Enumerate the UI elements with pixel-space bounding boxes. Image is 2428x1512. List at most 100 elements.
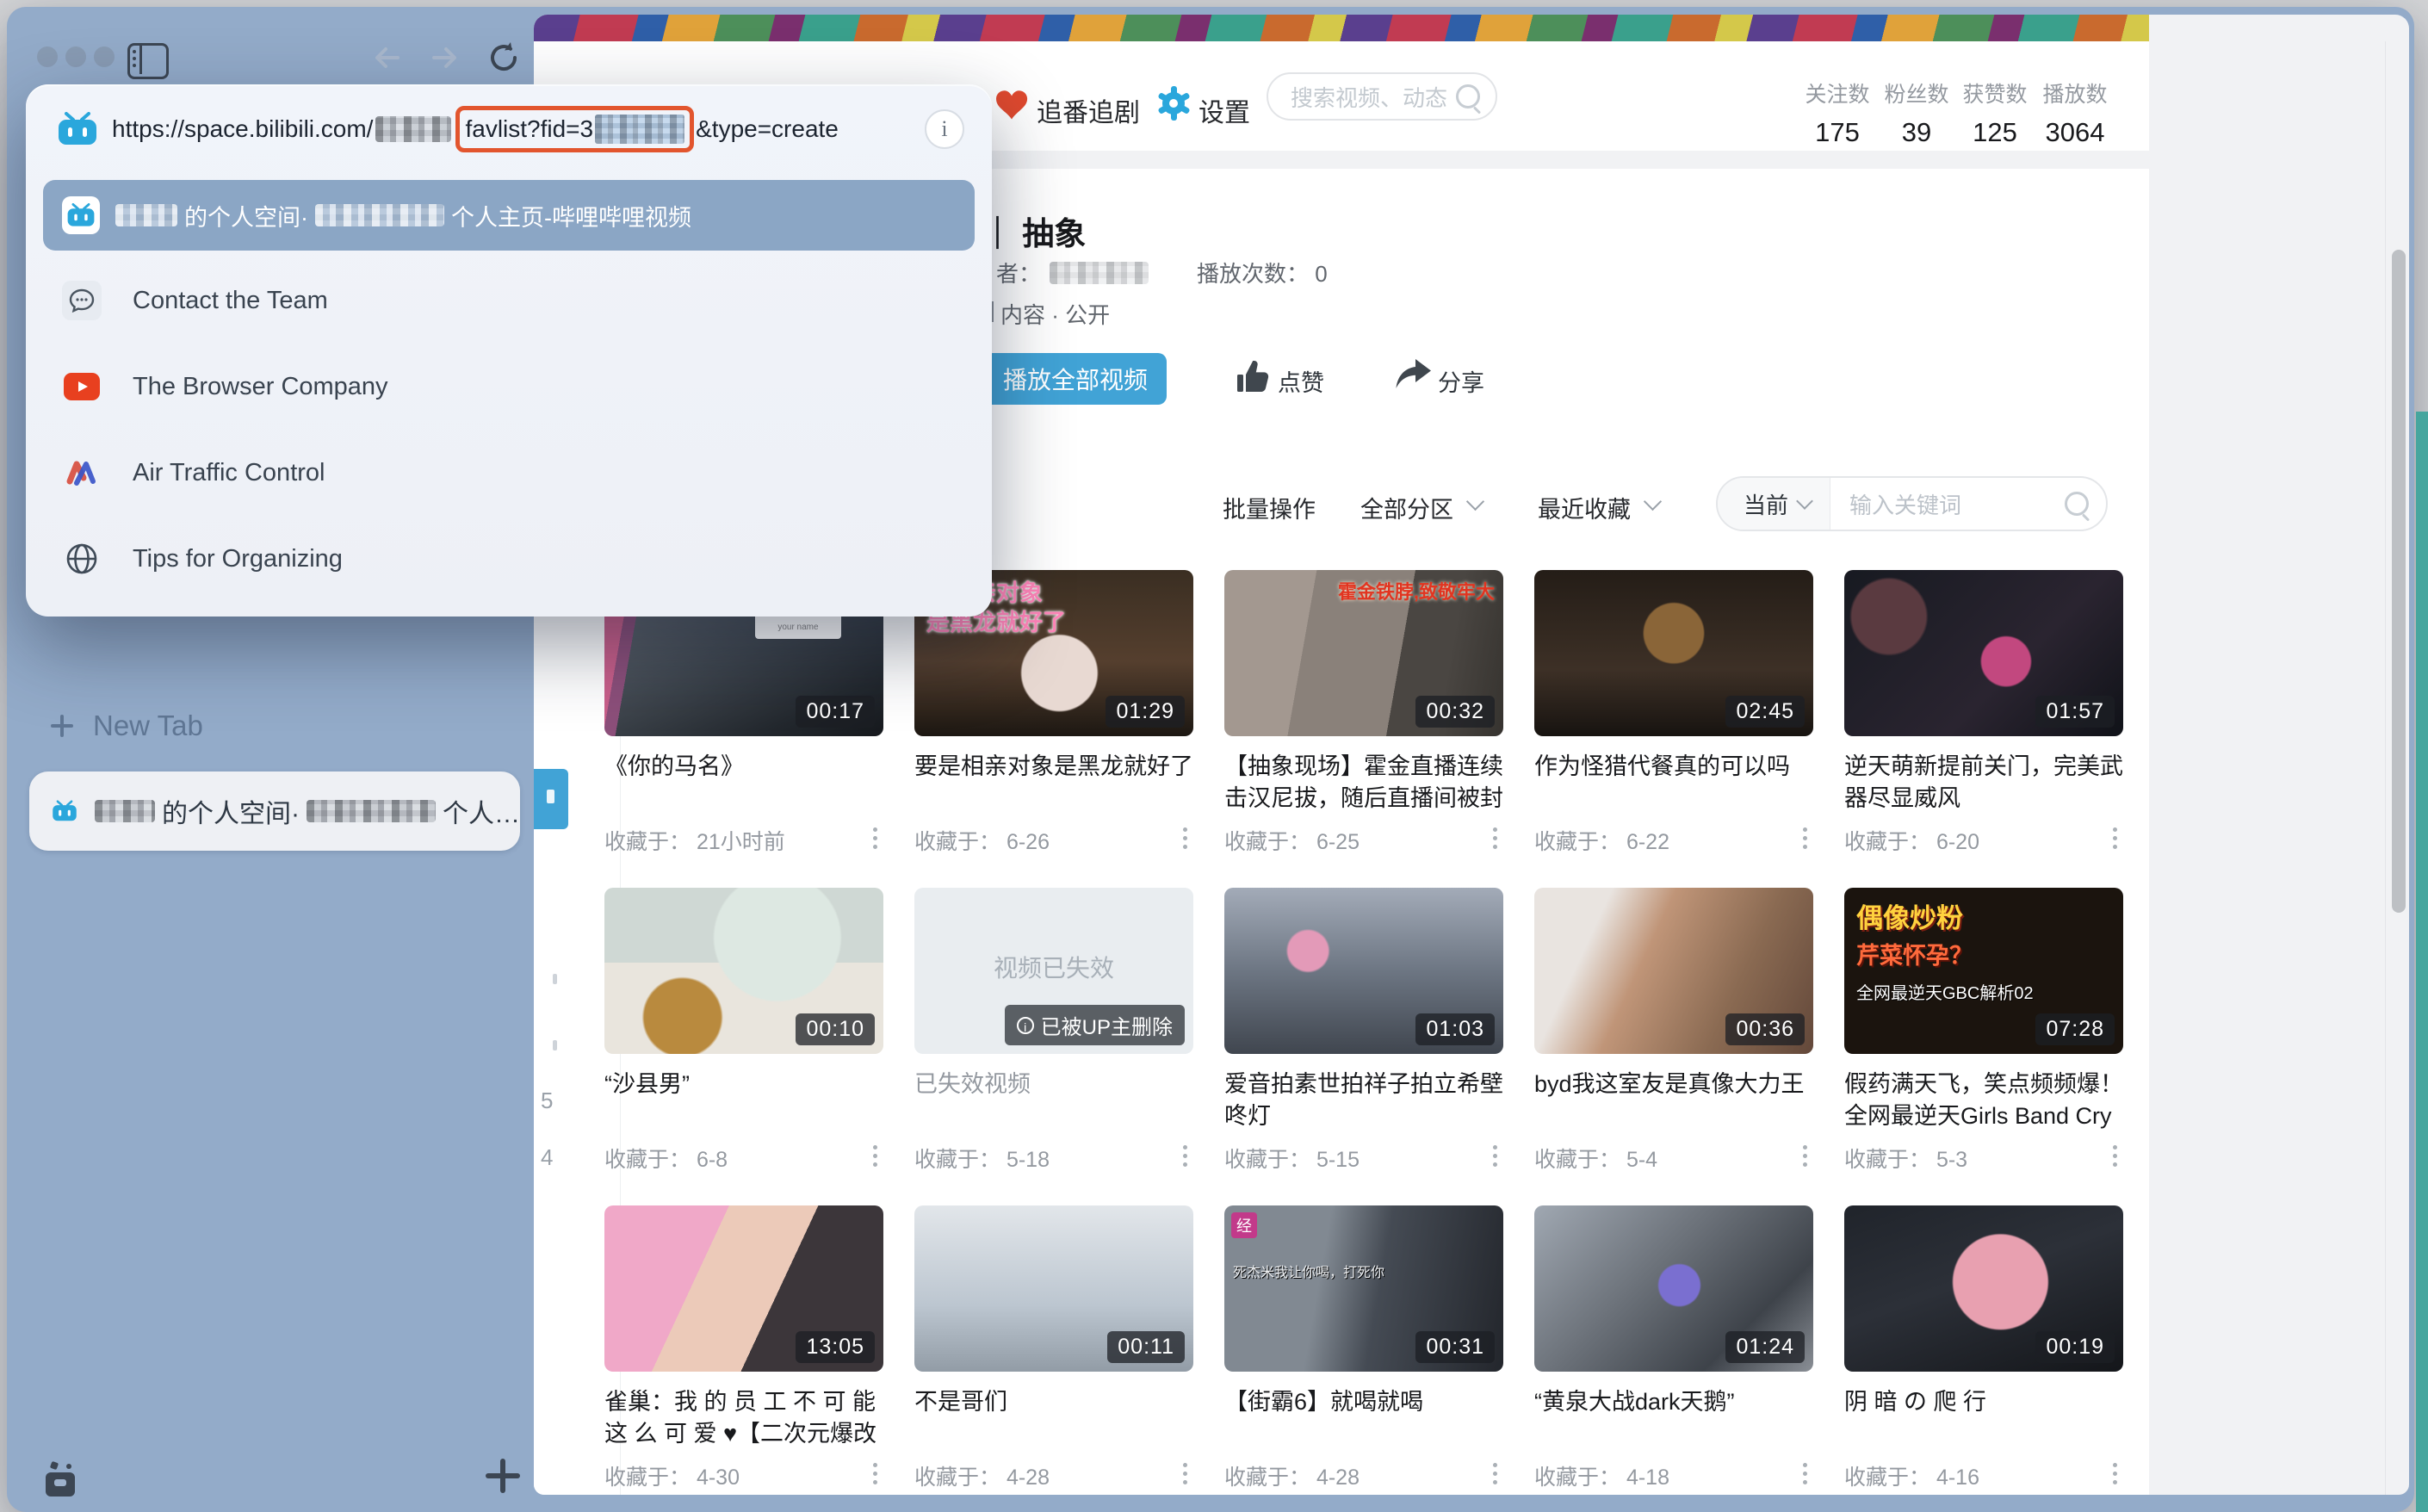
video-thumbnail[interactable]: 死杰米我让你喝，打死你经00:31	[1224, 1205, 1503, 1372]
more-options-icon[interactable]	[1803, 1463, 1808, 1489]
stat-plays[interactable]: 播放数3064	[2023, 77, 2127, 148]
video-card[interactable]: 00:36byd我这室友是真像大力王收藏于： 5-4	[1534, 888, 1813, 1174]
video-card[interactable]: 01:57逆天萌新提前关门，完美武器尽显威风收藏于： 6-20	[1844, 570, 2123, 856]
more-options-icon[interactable]	[873, 1145, 878, 1171]
video-card[interactable]: 视频已失效i已被UP主删除已失效视频收藏于： 5-18	[914, 888, 1193, 1174]
video-card[interactable]: 02:45作为怪猎代餐真的可以吗收藏于： 6-22	[1534, 570, 1813, 856]
video-title[interactable]: 逆天萌新提前关门，完美武器尽显威风	[1844, 751, 2123, 815]
menu-item-tips-organizing[interactable]: Tips for Organizing	[43, 526, 975, 592]
video-thumbnail[interactable]: 01:57	[1844, 570, 2123, 736]
keyword-search-box[interactable]: 当前 输入关键词	[1716, 476, 2108, 531]
video-title[interactable]: 【抽象现场】霍金直播连续击汉尼拔，随后直播间被封	[1224, 751, 1503, 815]
batch-actions-button[interactable]: 批量操作	[1223, 491, 1316, 524]
menu-item-air-traffic-control[interactable]: Air Traffic Control	[43, 440, 975, 505]
window-close-button[interactable]	[37, 46, 58, 67]
video-thumbnail[interactable]: 01:03	[1224, 888, 1503, 1054]
video-title[interactable]: 不是哥们	[914, 1386, 1193, 1450]
video-title[interactable]: 假药满天飞，笑点频频爆！全网最逆天Girls Band Cry解析	[1844, 1069, 2123, 1132]
video-title[interactable]: “黄泉大战dark天鹅”	[1534, 1386, 1813, 1450]
thumbnail-text-overlay: 偶像炒粉芹菜怀孕？全网最逆天GBC解析02	[1856, 896, 2034, 1004]
bilibili-tv-icon	[52, 794, 77, 828]
video-title[interactable]: 雀巢：我 的 员 工 不 可 能 这 么 可 爱 ♥【二次元爆改	[604, 1386, 883, 1450]
suggestion-current-page[interactable]: 的个人空间· 个人主页-哔哩哔哩视频	[43, 180, 975, 251]
video-thumbnail[interactable]: 00:10	[604, 888, 883, 1054]
video-card[interactable]: 死杰米我让你喝，打死你经00:31【街霸6】就喝就喝收藏于： 4-28	[1224, 1205, 1503, 1491]
video-card[interactable]: 00:11 不是哥们收藏于： 4-28	[914, 1205, 1193, 1491]
duration-badge: 00:19	[2035, 1331, 2115, 1363]
url-bar[interactable]: https://space.bilibili.com/ favlist?fid=…	[57, 102, 964, 157]
more-options-icon[interactable]	[2113, 1463, 2118, 1489]
sort-dropdown[interactable]: 最近收藏	[1538, 491, 1631, 524]
video-thumbnail[interactable]: 02:45	[1534, 570, 1813, 736]
share-button[interactable]: 分享	[1438, 364, 1484, 398]
search-scope-dropdown[interactable]: 当前	[1718, 478, 1830, 530]
video-thumbnail[interactable]: 00:36	[1534, 888, 1813, 1054]
forward-icon[interactable]	[427, 43, 460, 72]
saved-date: 收藏于： 4-28	[914, 1460, 1050, 1491]
video-thumbnail[interactable]: 00:19	[1844, 1205, 2123, 1372]
video-title[interactable]: “沙县男”	[604, 1069, 883, 1132]
video-title[interactable]: 爱音拍素世拍祥子拍立希壁咚灯	[1224, 1069, 1503, 1132]
new-tab-plus-icon[interactable]	[51, 715, 73, 737]
video-title[interactable]: 作为怪猎代餐真的可以吗	[1534, 751, 1813, 815]
video-thumbnail[interactable]: 00:11	[914, 1205, 1193, 1372]
video-title[interactable]: byd我这室友是真像大力王	[1534, 1069, 1813, 1132]
video-card[interactable]: 13:05雀巢：我 的 员 工 不 可 能 这 么 可 爱 ♥【二次元爆改收藏于…	[604, 1205, 883, 1491]
video-thumbnail[interactable]: 霍金铁脖,致敬牢大00:32	[1224, 570, 1503, 736]
window-minimize-button[interactable]	[65, 46, 86, 67]
menu-item-contact-team[interactable]: Contact the Team	[43, 268, 975, 333]
category-dropdown[interactable]: 全部分区	[1360, 491, 1453, 524]
url-text[interactable]: https://space.bilibili.com/ favlist?fid=…	[112, 106, 839, 152]
more-options-icon[interactable]	[873, 1463, 878, 1489]
video-card[interactable]: 01:03爱音拍素世拍祥子拍立希壁咚灯收藏于： 5-15	[1224, 888, 1503, 1174]
video-thumbnail[interactable]: 视频已失效i已被UP主删除	[914, 888, 1193, 1054]
more-options-icon[interactable]	[1493, 1145, 1498, 1171]
play-all-button[interactable]: 播放全部视频	[984, 353, 1167, 405]
sidebar-tab-bilibili-space[interactable]: 的个人空间· 个人…	[29, 771, 520, 851]
video-thumbnail[interactable]: 偶像炒粉芹菜怀孕？全网最逆天GBC解析0207:28	[1844, 888, 2123, 1054]
video-card[interactable]: 偶像炒粉芹菜怀孕？全网最逆天GBC解析0207:28 假药满天飞，笑点频频爆！全网…	[1844, 888, 2123, 1174]
menu-item-browser-company[interactable]: The Browser Company	[43, 354, 975, 419]
invalid-video-label: 视频已失效	[914, 950, 1193, 984]
new-tab-button[interactable]: New Tab	[93, 710, 203, 742]
leftnav-selected-folder[interactable]	[534, 769, 568, 829]
more-options-icon[interactable]	[1493, 827, 1498, 853]
duration-badge: 00:10	[796, 1013, 875, 1045]
more-options-icon[interactable]	[1803, 1145, 1808, 1171]
like-button[interactable]: 点赞	[1278, 364, 1324, 398]
more-options-icon[interactable]	[1183, 1463, 1188, 1489]
more-options-icon[interactable]	[1183, 827, 1188, 853]
video-title[interactable]: 已失效视频	[914, 1069, 1193, 1132]
video-card[interactable]: 01:24“黄泉大战dark天鹅”收藏于： 4-18	[1534, 1205, 1813, 1491]
sidebar-add-icon[interactable]	[486, 1459, 520, 1493]
window-zoom-button[interactable]	[94, 46, 115, 67]
video-title[interactable]: 要是相亲对象是黑龙就好了	[914, 751, 1193, 815]
video-card[interactable]: 00:10“沙县男”收藏于： 6-8	[604, 888, 883, 1174]
video-title[interactable]: 【街霸6】就喝就喝	[1224, 1386, 1503, 1450]
more-options-icon[interactable]	[1183, 1145, 1188, 1171]
share-icon[interactable]	[1395, 357, 1433, 393]
saved-date: 收藏于： 6-25	[1224, 825, 1360, 856]
info-icon[interactable]: i	[925, 109, 964, 149]
video-thumbnail[interactable]: 13:05	[604, 1205, 883, 1372]
reload-icon[interactable]	[486, 40, 522, 76]
video-card[interactable]: 霍金铁脖,致敬牢大00:32 【抽象现场】霍金直播连续击汉尼拔，随后直播间被封收藏…	[1224, 570, 1503, 856]
thumbs-up-icon[interactable]	[1236, 359, 1271, 395]
space-search-box[interactable]: 搜索视频、动态	[1267, 72, 1497, 121]
back-icon[interactable]	[372, 43, 405, 72]
video-title[interactable]: 《你的马名》	[604, 751, 883, 815]
bangumi-link[interactable]: 追番追剧	[1037, 91, 1140, 129]
more-options-icon[interactable]	[1803, 827, 1808, 853]
scrollbar-thumb[interactable]	[2392, 250, 2406, 913]
video-thumbnail[interactable]: 01:24	[1534, 1205, 1813, 1372]
more-options-icon[interactable]	[2113, 827, 2118, 853]
more-options-icon[interactable]	[1493, 1463, 1498, 1489]
sidebar-toggle-icon[interactable]	[127, 43, 169, 79]
more-options-icon[interactable]	[873, 827, 878, 853]
video-card[interactable]: 00:19阴 暗 の 爬 行收藏于： 4-16	[1844, 1205, 2123, 1491]
collection-plays: 播放次数： 0	[1197, 257, 1328, 288]
video-title[interactable]: 阴 暗 の 爬 行	[1844, 1386, 2123, 1450]
settings-link[interactable]: 设置	[1199, 91, 1250, 129]
library-icon[interactable]	[46, 1462, 77, 1497]
more-options-icon[interactable]	[2113, 1145, 2118, 1171]
